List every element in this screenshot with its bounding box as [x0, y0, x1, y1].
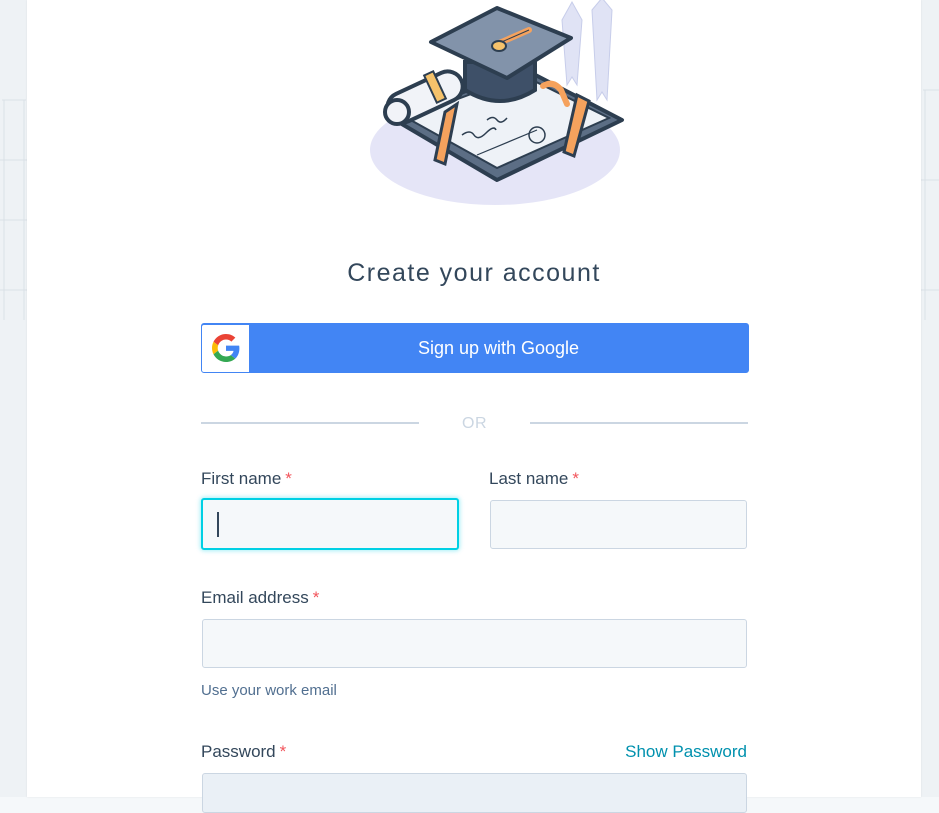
or-divider: OR: [201, 412, 748, 436]
email-input[interactable]: [202, 619, 747, 668]
required-asterisk: *: [572, 469, 580, 488]
last-name-label: Last name *: [489, 469, 579, 489]
background-building-sketch-icon: [921, 89, 939, 320]
required-asterisk: *: [279, 742, 287, 761]
background-left-strip: [0, 0, 28, 797]
background-building-sketch-icon: [0, 99, 28, 320]
google-signup-label: Sign up with Google: [417, 337, 580, 358]
last-name-label-text: Last name: [489, 469, 569, 488]
show-password-link[interactable]: Show Password: [625, 742, 747, 762]
email-label-text: Email address: [201, 588, 309, 607]
required-asterisk: *: [312, 588, 320, 607]
email-hint: Use your work email: [201, 682, 337, 699]
background-right-strip: [921, 0, 939, 797]
password-input[interactable]: [202, 773, 747, 813]
required-asterisk: *: [285, 469, 292, 488]
password-label: Password *: [201, 742, 286, 762]
text-cursor: [217, 512, 219, 537]
email-label: Email address *: [201, 588, 319, 608]
signup-card: Create your account Sign up with Google …: [27, 0, 921, 813]
or-text: OR: [462, 415, 487, 432]
google-signup-button[interactable]: Sign up with Google: [201, 323, 749, 373]
first-name-label-text: First name: [201, 469, 282, 488]
first-name-input[interactable]: [201, 498, 459, 550]
page-title: Create your account: [347, 258, 601, 287]
last-name-input[interactable]: [490, 500, 747, 549]
google-g-logo-icon: [211, 334, 239, 362]
first-name-label: First name *: [201, 469, 292, 489]
password-label-text: Password: [201, 742, 276, 761]
divider-line-right: [530, 422, 748, 424]
graduation-cap-diploma-illustration: [370, 0, 624, 205]
google-logo-box: [202, 324, 249, 372]
